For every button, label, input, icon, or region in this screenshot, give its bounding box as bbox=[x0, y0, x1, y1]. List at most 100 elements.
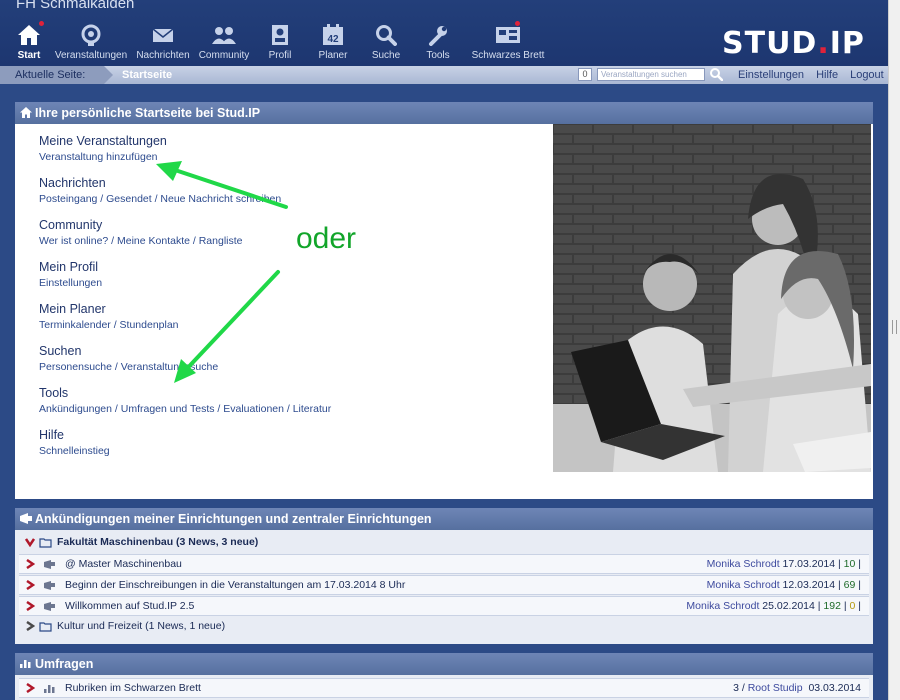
news-meta: Monika Schrodt 12.03.2014 | 69 | bbox=[706, 579, 861, 591]
university-name: FH Schmalkalden bbox=[16, 0, 135, 12]
course-search-input[interactable] bbox=[597, 68, 705, 81]
news-group-title: Kultur und Freizeit (1 News, 1 neue) bbox=[57, 620, 226, 632]
home-icon bbox=[17, 22, 41, 48]
group-title[interactable]: Tools bbox=[39, 386, 331, 400]
poll-count: 3 bbox=[733, 682, 739, 694]
poll-date: 03.03.2014 bbox=[808, 682, 861, 694]
chevron-right-icon bbox=[25, 600, 36, 614]
main-nav: Start Veranstaltungen Nachrichten Commun… bbox=[10, 21, 554, 61]
logo-dot: . bbox=[817, 26, 830, 61]
nav-community[interactable]: Community bbox=[196, 22, 252, 61]
poll-row[interactable]: Rubriken im Schwarzen Brett 3 / Root Stu… bbox=[19, 678, 869, 698]
news-title: Willkommen auf Stud.IP 2.5 bbox=[65, 600, 195, 612]
start-group-planer: Mein Planer Terminkalender / Stundenplan bbox=[39, 302, 331, 331]
start-group-suchen: Suchen Personensuche / Veranstaltungssuc… bbox=[39, 344, 331, 373]
start-page-header: Ihre persönliche Startseite bei Stud.IP bbox=[15, 102, 873, 124]
group-sublinks[interactable]: Einstellungen bbox=[39, 277, 102, 289]
chevron-down-icon bbox=[24, 537, 36, 550]
start-group-profil: Mein Profil Einstellungen bbox=[39, 260, 331, 289]
nav-veranstaltungen-label: Veranstaltungen bbox=[54, 50, 128, 61]
nav-nachrichten[interactable]: Nachrichten bbox=[134, 22, 192, 61]
group-title[interactable]: Community bbox=[39, 218, 331, 232]
news-date: 17.03.2014 bbox=[782, 558, 836, 570]
poll-title: Rubriken im Schwarzen Brett bbox=[65, 682, 201, 694]
chevron-right-icon bbox=[25, 579, 36, 593]
group-sublinks[interactable]: Ankündigungen / Umfragen und Tests / Eva… bbox=[39, 403, 331, 415]
group-title[interactable]: Hilfe bbox=[39, 428, 331, 442]
start-link-list: Meine Veranstaltungen Veranstaltung hinz… bbox=[39, 134, 331, 470]
group-sublinks[interactable]: Schnelleinstieg bbox=[39, 445, 110, 457]
news-row[interactable]: @ Master Maschinenbau Monika Schrodt 17.… bbox=[19, 554, 869, 574]
mail-icon bbox=[152, 22, 174, 48]
nav-suche[interactable]: Suche bbox=[362, 22, 410, 61]
news-author[interactable]: Monika Schrodt bbox=[686, 600, 759, 612]
bar-chart-icon bbox=[19, 657, 32, 672]
news-meta: Monika Schrodt 17.03.2014 | 10 | bbox=[706, 558, 861, 570]
poll-icon bbox=[43, 683, 56, 697]
news-author[interactable]: Monika Schrodt bbox=[707, 579, 780, 591]
students-photo bbox=[553, 124, 871, 472]
poll-meta: 3 / Root Studip 03.03.2014 bbox=[733, 682, 861, 694]
announcement-icon bbox=[43, 601, 56, 615]
search-icon bbox=[375, 22, 397, 48]
news-meta: Monika Schrodt 25.02.2014 | 192 | 0 | bbox=[686, 600, 861, 612]
group-sublinks[interactable]: Terminkalender / Stundenplan bbox=[39, 319, 179, 331]
nav-suche-label: Suche bbox=[371, 50, 401, 61]
news-group-kultur[interactable]: Kultur und Freizeit (1 News, 1 neue) bbox=[19, 617, 869, 637]
announcement-icon bbox=[19, 512, 33, 528]
start-group-hilfe: Hilfe Schnelleinstieg bbox=[39, 428, 331, 457]
breadcrumb-bar: Aktuelle Seite: Startseite 0 Einstellung… bbox=[0, 66, 888, 84]
news-date: 25.02.2014 bbox=[762, 600, 815, 612]
nav-start[interactable]: Start bbox=[10, 21, 48, 61]
chevron-right-icon bbox=[25, 558, 36, 572]
people-icon bbox=[211, 22, 237, 48]
polls-header: Umfragen bbox=[15, 653, 873, 675]
breadcrumb-current-page[interactable]: Startseite bbox=[122, 69, 172, 81]
nav-veranstaltungen[interactable]: Veranstaltungen bbox=[52, 22, 130, 61]
group-title[interactable]: Mein Planer bbox=[39, 302, 331, 316]
search-icon[interactable] bbox=[709, 67, 724, 84]
help-link[interactable]: Hilfe bbox=[816, 69, 838, 81]
group-title[interactable]: Meine Veranstaltungen bbox=[39, 134, 331, 148]
group-title[interactable]: Nachrichten bbox=[39, 176, 331, 190]
nav-planer[interactable]: 42 Planer bbox=[308, 22, 358, 61]
logo-suffix: IP bbox=[829, 26, 865, 61]
seminar-icon bbox=[79, 22, 103, 48]
news-group-maschinenbau[interactable]: Fakultät Maschinenbau (3 News, 3 neue) bbox=[19, 533, 869, 553]
polls-title: Umfragen bbox=[35, 657, 94, 671]
page-scrollbar[interactable] bbox=[888, 0, 900, 700]
news-views: 10 bbox=[843, 558, 856, 570]
news-title: @ Master Maschinenbau bbox=[65, 558, 182, 570]
nav-profil[interactable]: Profil bbox=[256, 22, 304, 61]
group-sublinks[interactable]: Veranstaltung hinzufügen bbox=[39, 151, 158, 163]
nav-schwarzes-brett-label: Schwarzes Brett bbox=[471, 50, 545, 61]
group-title[interactable]: Mein Profil bbox=[39, 260, 331, 274]
notification-dot bbox=[515, 21, 520, 26]
nav-planer-label: Planer bbox=[318, 50, 348, 61]
breadcrumb-label: Aktuelle Seite: bbox=[0, 66, 113, 84]
studip-logo[interactable]: STUD.IP bbox=[722, 26, 865, 61]
nav-profil-label: Profil bbox=[268, 50, 292, 61]
group-title[interactable]: Suchen bbox=[39, 344, 331, 358]
chevron-right-icon bbox=[25, 620, 36, 634]
nav-nachrichten-label: Nachrichten bbox=[136, 50, 190, 61]
group-sublinks[interactable]: Wer ist online? / Meine Kontakte / Rangl… bbox=[39, 235, 243, 247]
settings-link[interactable]: Einstellungen bbox=[738, 69, 804, 81]
nav-tools[interactable]: Tools bbox=[414, 22, 462, 61]
nav-schwarzes-brett[interactable]: Schwarzes Brett bbox=[466, 21, 550, 61]
news-title: Ankündigungen meiner Einrichtungen und z… bbox=[35, 512, 432, 526]
news-author[interactable]: Monika Schrodt bbox=[707, 558, 780, 570]
scrollbar-grip[interactable] bbox=[892, 320, 897, 334]
news-date: 12.03.2014 bbox=[782, 579, 836, 591]
polls-box: Umfragen Rubriken im Schwarzen Brett 3 /… bbox=[15, 653, 873, 700]
news-row[interactable]: Beginn der Einschreibungen in die Verans… bbox=[19, 575, 869, 595]
logout-link[interactable]: Logout bbox=[850, 69, 884, 81]
start-page-box: Ihre persönliche Startseite bei Stud.IP … bbox=[15, 102, 873, 499]
group-sublinks[interactable]: Personensuche / Veranstaltungssuche bbox=[39, 361, 218, 373]
start-page-title: Ihre persönliche Startseite bei Stud.IP bbox=[35, 106, 261, 120]
start-group-veranstaltungen: Meine Veranstaltungen Veranstaltung hinz… bbox=[39, 134, 331, 163]
news-row[interactable]: Willkommen auf Stud.IP 2.5 Monika Schrod… bbox=[19, 596, 869, 616]
poll-author[interactable]: Root Studip bbox=[748, 682, 803, 694]
news-views: 192 bbox=[823, 600, 841, 612]
group-sublinks[interactable]: Posteingang / Gesendet / Neue Nachricht … bbox=[39, 193, 281, 205]
